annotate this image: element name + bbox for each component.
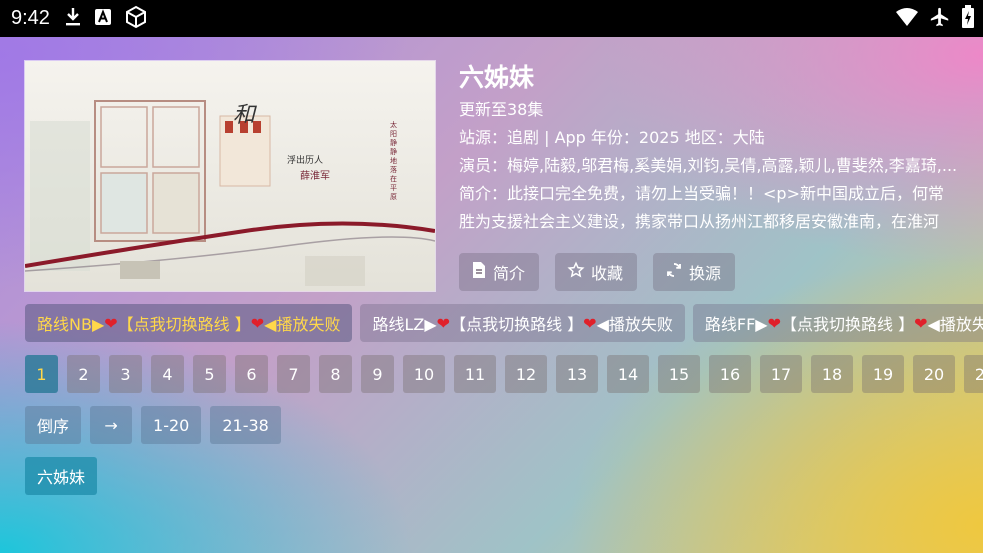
a-box-icon	[94, 8, 112, 30]
heart-icon: ❤	[583, 313, 597, 333]
episode-button[interactable]: 14	[607, 355, 649, 393]
route-hint: 【点我切换路线 】	[117, 315, 251, 334]
favorite-button-label: 收藏	[591, 264, 624, 283]
status-bar: 9:42	[0, 0, 983, 37]
episode-button[interactable]: 8	[319, 355, 352, 393]
heart-icon: ❤	[767, 313, 782, 333]
poster-artwork	[25, 61, 435, 291]
episode-button[interactable]: 20	[913, 355, 955, 393]
intro-text: 简介：此接口完全免费，请勿上当受骗！！<p>新中国成立后，何常胜为支援社会主义建…	[459, 184, 944, 231]
route-tab-lz[interactable]: 路线LZ▶ ❤ 【点我切换路线 】 ❤ ◀播放失败	[360, 304, 685, 342]
heart-icon: ❤	[104, 313, 118, 333]
episode-button[interactable]: 2	[67, 355, 100, 393]
route-hint: 【点我切换路线 】	[781, 315, 915, 334]
route-tab-ff[interactable]: 路线FF▶ ❤ 【点我切换路线 】 ❤ ◀播放失败	[692, 304, 983, 342]
episode-button[interactable]: 11	[454, 355, 496, 393]
related-tags: 六姊妹	[25, 457, 98, 495]
heart-icon: ❤	[914, 313, 928, 333]
wifi-icon	[895, 7, 919, 31]
route-status: ◀播放失败	[264, 315, 341, 334]
episode-controls: 倒序 → 1-20 21-38	[25, 406, 281, 444]
episode-button[interactable]: 15	[658, 355, 700, 393]
cast-list: 演员：梅婷,陆毅,邬君梅,奚美娟,刘钧,吴倩,高露,颖儿,曹斐然,李嘉琦,...	[459, 156, 958, 175]
source-info: 站源：追剧 | App 年份：2025 地区：大陆	[459, 128, 765, 147]
range-21-38-button[interactable]: 21-38	[210, 406, 281, 444]
intro-button-label: 简介	[493, 264, 526, 283]
route-label: 路线LZ▶	[372, 315, 437, 334]
favorite-button[interactable]: 收藏	[555, 253, 638, 291]
poster-image: 和 浮出历人 薛淮军 太阳静静地落在平原	[25, 61, 435, 291]
episode-button[interactable]: 17	[760, 355, 802, 393]
status-time: 9:42	[11, 7, 50, 29]
poster-name: 薛淮军	[300, 171, 330, 182]
episode-button[interactable]: 16	[709, 355, 751, 393]
update-status: 更新至38集	[459, 100, 544, 119]
switch-source-button[interactable]: 换源	[653, 253, 736, 291]
episode-button[interactable]: 6	[235, 355, 268, 393]
route-list: 路线NB▶ ❤ 【点我切换路线 】 ❤ ◀播放失败 路线LZ▶ ❤ 【点我切换路…	[25, 304, 983, 342]
heart-icon: ❤	[436, 313, 451, 333]
episode-button[interactable]: 10	[403, 355, 445, 393]
download-icon	[64, 7, 82, 31]
arrow-button[interactable]: →	[90, 406, 133, 444]
poster-caption: 浮出历人	[287, 156, 324, 166]
route-status: ◀播放失败	[596, 315, 673, 334]
episode-button[interactable]: 5	[193, 355, 226, 393]
star-icon	[567, 261, 585, 283]
episode-button[interactable]: 21	[964, 355, 983, 393]
episode-button[interactable]: 1	[25, 355, 58, 393]
reverse-order-button[interactable]: 倒序	[25, 406, 82, 444]
poster-calligraphy: 和	[233, 103, 256, 128]
cube-icon	[124, 5, 148, 33]
episode-button[interactable]: 4	[151, 355, 184, 393]
episode-button[interactable]: 3	[109, 355, 142, 393]
intro-button[interactable]: 简介	[459, 253, 540, 291]
route-status: ◀播放失败	[927, 315, 983, 334]
route-label: 路线NB▶	[37, 315, 105, 334]
detail-panel: 六姊妹 更新至38集 站源：追剧 | App 年份：2025 地区：大陆 演员：…	[459, 60, 969, 236]
document-icon	[471, 261, 487, 283]
action-buttons: 简介 收藏 换源	[459, 253, 736, 291]
title-tag-button[interactable]: 六姊妹	[25, 457, 98, 495]
poster-vertical-text: 太阳静静地落在平原	[390, 121, 397, 201]
range-1-20-button[interactable]: 1-20	[141, 406, 202, 444]
airplane-icon	[929, 6, 951, 32]
route-hint: 【点我切换路线 】	[450, 315, 584, 334]
episode-list: 1 2 3 4 5 6 7 8 9 10 11 12 13 14 15 16 1…	[25, 355, 983, 393]
refresh-icon	[665, 261, 683, 283]
episode-button[interactable]: 12	[505, 355, 547, 393]
switch-source-button-label: 换源	[689, 264, 722, 283]
episode-button[interactable]: 9	[361, 355, 394, 393]
battery-charging-icon	[961, 4, 975, 33]
episode-button[interactable]: 7	[277, 355, 310, 393]
episode-button[interactable]: 19	[862, 355, 904, 393]
heart-icon: ❤	[250, 313, 265, 333]
video-title: 六姊妹	[459, 63, 535, 92]
episode-button[interactable]: 13	[556, 355, 598, 393]
episode-button[interactable]: 18	[811, 355, 853, 393]
route-tab-nb[interactable]: 路线NB▶ ❤ 【点我切换路线 】 ❤ ◀播放失败	[25, 304, 353, 342]
route-label: 路线FF▶	[704, 315, 768, 334]
